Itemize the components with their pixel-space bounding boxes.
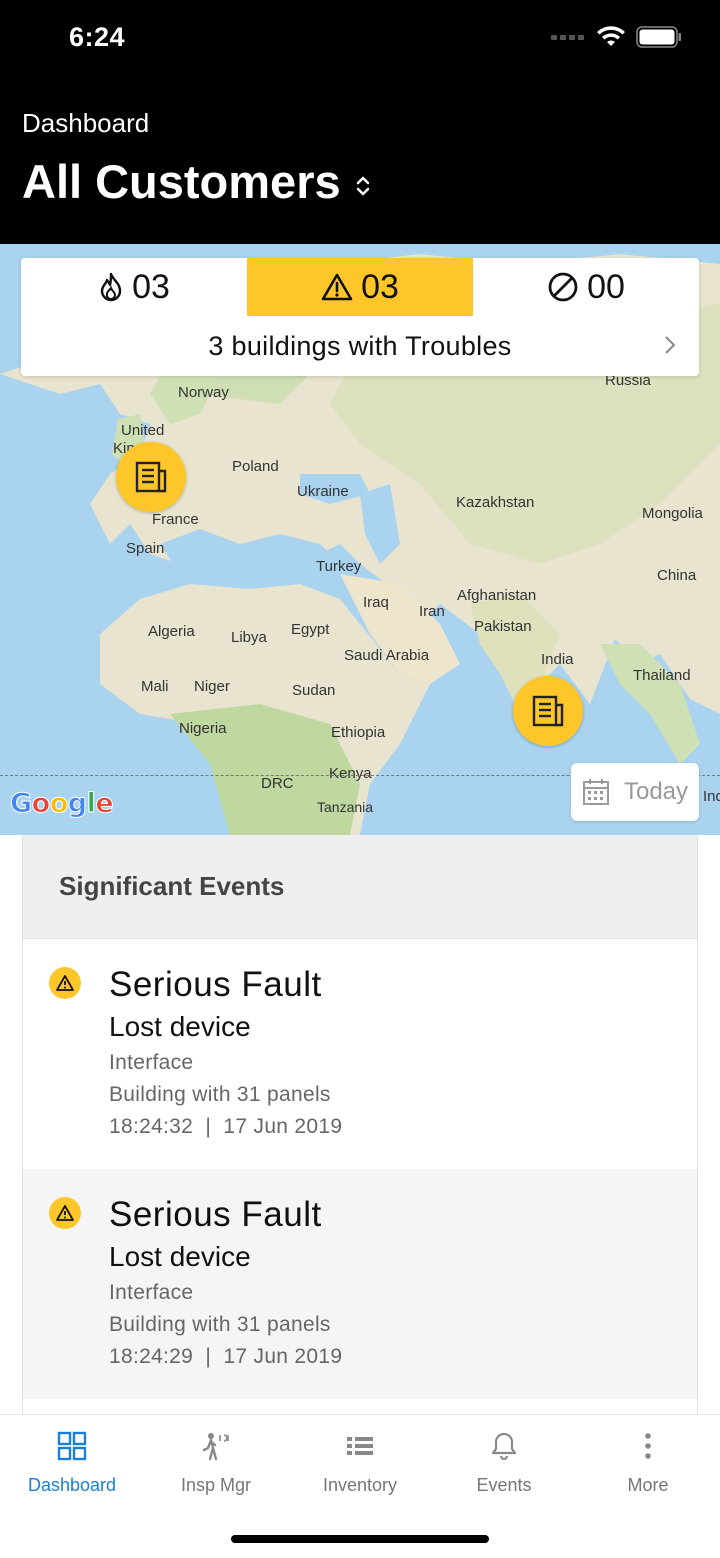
map-label: Iraq [363, 594, 389, 611]
map-label: Mongolia [642, 505, 703, 522]
event-title: Serious Fault [109, 1195, 322, 1234]
troubles-summary-text: 3 buildings with Troubles [208, 330, 512, 361]
map-label: United [121, 422, 165, 439]
tab-insp-mgr[interactable]: Insp Mgr [144, 1431, 288, 1496]
disabled-count: 00 [587, 267, 625, 306]
tab-label: Insp Mgr [180, 1475, 252, 1495]
today-date-button[interactable]: Today [571, 763, 699, 821]
event-timestamp: 18:24:32 | 17 Jun 2019 [109, 1115, 343, 1138]
fire-count: 03 [132, 267, 170, 306]
map-label: Libya [231, 629, 267, 646]
bell-icon [491, 1432, 517, 1461]
status-time: 6:24 [69, 22, 126, 52]
map-label: DRC [261, 775, 294, 792]
event-building: Building with 31 panels [109, 1313, 331, 1336]
building-document-icon [135, 461, 167, 493]
map-label: Afghanistan [457, 587, 537, 604]
event-type: Interface [109, 1281, 194, 1304]
map-label: Norway [178, 384, 229, 401]
battery-icon [636, 26, 681, 48]
event-list-item[interactable]: Serious Fault Lost device Interface Buil… [23, 939, 697, 1169]
event-timestamp: 18:24:29 | 17 Jun 2019 [109, 1345, 343, 1368]
alarm-summary-card[interactable]: 03 03 00 3 buildings with Troubles [21, 258, 699, 376]
map-label: Iran [419, 603, 445, 620]
map-label: India [541, 651, 574, 668]
status-icons [551, 26, 682, 48]
tab-label: More [627, 1475, 669, 1495]
trouble-count-cell[interactable]: 03 [247, 258, 473, 316]
tab-label: Inventory [322, 1475, 398, 1495]
map-label: Saudi Arabia [344, 647, 430, 664]
grid-icon [57, 1431, 87, 1461]
map-label: Thailand [633, 667, 691, 684]
wifi-icon [597, 26, 625, 46]
map-label: Kenya [329, 765, 372, 782]
building-marker[interactable] [116, 442, 186, 512]
map-label: Tanzania [317, 799, 374, 815]
building-document-icon [532, 695, 564, 727]
event-subtitle: Lost device [109, 1011, 251, 1042]
warning-icon [321, 273, 353, 301]
disabled-count-cell[interactable]: 00 [473, 258, 699, 316]
calendar-icon [582, 779, 609, 805]
alarm-counts: 03 03 00 [21, 258, 699, 316]
tab-dashboard[interactable]: Dashboard [0, 1431, 144, 1496]
map-label: Pakistan [474, 618, 532, 635]
event-building: Building with 31 panels [109, 1083, 331, 1106]
map-label: Kazakhstan [456, 494, 535, 511]
disabled-icon [548, 272, 578, 302]
tab-events[interactable]: Events [432, 1431, 576, 1496]
app-header: 6:24 Dashboard All Customers [0, 0, 720, 244]
today-label: Today [623, 778, 689, 805]
significant-events-panel[interactable]: Significant Events Serious Fault Lost de… [22, 835, 698, 1414]
home-indicator [231, 1535, 489, 1543]
trouble-count: 03 [361, 267, 399, 306]
map-label: Nigeria [179, 720, 227, 737]
flame-icon [100, 272, 122, 302]
map-label: Egypt [291, 621, 330, 638]
map-label: Poland [232, 458, 279, 475]
page-subtitle: Dashboard [22, 108, 150, 138]
map-label: Niger [194, 678, 230, 695]
page-title: All Customers [22, 155, 341, 208]
more-vertical-icon [645, 1433, 651, 1459]
warning-icon [49, 1197, 81, 1229]
walking-person-icon [202, 1433, 229, 1461]
map-label: Mali [141, 678, 169, 695]
map-label: Sudan [292, 682, 336, 699]
event-type: Interface [109, 1051, 194, 1074]
fire-count-cell[interactable]: 03 [21, 258, 247, 316]
map-label: Ind [703, 788, 720, 805]
building-marker[interactable] [513, 676, 583, 746]
map-label: Ethiopia [331, 724, 386, 741]
list-icon [347, 1437, 373, 1455]
chevron-right-icon [665, 336, 676, 354]
tab-inventory[interactable]: Inventory [288, 1431, 432, 1496]
map-label: France [152, 511, 199, 528]
tab-label: Dashboard [27, 1475, 117, 1495]
map-label: Ukraine [297, 483, 349, 500]
event-title: Serious Fault [109, 965, 322, 1004]
event-list-item[interactable]: Serious Fault Lost device Interface Buil… [23, 1169, 697, 1399]
google-logo: Google [10, 788, 115, 820]
customer-selector[interactable]: All Customers [22, 154, 371, 209]
map-label: China [657, 567, 697, 584]
chevron-up-down-icon [356, 176, 369, 195]
map-label: Spain [126, 540, 165, 557]
event-subtitle: Lost device [109, 1241, 251, 1272]
map-label: Turkey [316, 558, 362, 575]
tab-more[interactable]: More [576, 1431, 720, 1496]
warning-icon [49, 967, 81, 999]
map-label: Algeria [148, 623, 195, 640]
events-header: Significant Events [23, 835, 697, 939]
signal-icon [551, 34, 584, 40]
tab-label: Events [476, 1475, 532, 1495]
event-list-item [23, 1399, 697, 1414]
